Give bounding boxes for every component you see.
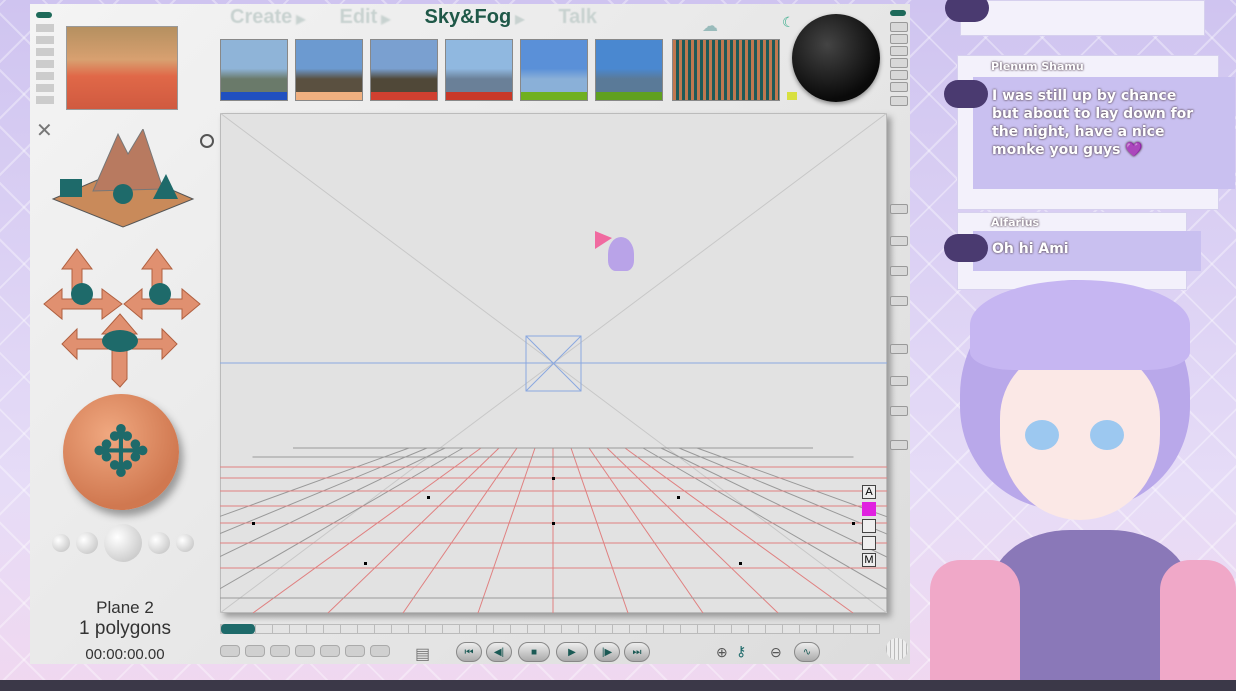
menu-talk[interactable]: Talk	[558, 6, 597, 29]
chat-avatar	[944, 234, 988, 262]
chat-bubble: Oh hi Ami	[973, 231, 1201, 271]
grid-sphere-icon[interactable]	[886, 638, 908, 660]
chat-message: I was still up by chance but about to la…	[992, 88, 1194, 158]
zoom-spheres[interactable]	[52, 524, 194, 562]
toolbar-button[interactable]	[890, 344, 908, 354]
next-frame-button[interactable]: |▶	[594, 642, 620, 662]
sky-presets	[220, 39, 663, 101]
object-name: Plane 2	[96, 598, 154, 617]
target-icon[interactable]	[862, 536, 876, 550]
render-indicator[interactable]	[890, 10, 906, 16]
chat-avatar	[944, 80, 988, 108]
toolbar-button[interactable]	[890, 440, 908, 450]
first-frame-button[interactable]: ⏮	[456, 642, 482, 662]
sun-moon-trackball[interactable]	[792, 14, 880, 102]
sky-preset-thumbnail[interactable]	[595, 39, 663, 101]
toolbar-button[interactable]	[890, 236, 908, 246]
toolbar-button[interactable]	[890, 22, 908, 32]
cloud-preset-thumbnail[interactable]	[672, 39, 780, 101]
trackball-move-icon[interactable]: ✥	[63, 394, 179, 510]
link-icon[interactable]	[862, 519, 876, 533]
memory-dot-button[interactable]	[245, 645, 265, 657]
prev-frame-button[interactable]: ◀|	[486, 642, 512, 662]
time-scrubber[interactable]	[221, 624, 255, 634]
label-toggle[interactable]: A	[862, 485, 876, 499]
memory-dot-button[interactable]	[270, 645, 290, 657]
camera-movement-controls[interactable]	[42, 239, 202, 389]
nano-preview[interactable]	[66, 26, 178, 110]
key-icon[interactable]: ⚷	[736, 643, 746, 660]
bryce-window: Create ▶ Edit ▶ Sky&Fog ▶ Talk ☁ ☾ ✕ ✥ Plan…	[0, 4, 1236, 664]
view-buttons[interactable]	[36, 24, 54, 104]
memory-dot-button[interactable]	[220, 645, 240, 657]
toolbar-button[interactable]	[890, 406, 908, 416]
wireframe-scene	[0, 112, 1236, 614]
sky-preset-thumbnail[interactable]	[520, 39, 588, 101]
palette-menu: Create ▶ Edit ▶ Sky&Fog ▶ Talk	[230, 4, 597, 30]
left-panel: ✕ ✥ Plane 2 1 polygons 00:00:00.00	[30, 4, 220, 664]
polygon-count: 1 polygons	[79, 618, 171, 639]
chat-message: Oh hi Ami	[992, 241, 1069, 257]
viewport-tools: A M	[862, 485, 876, 567]
film-icon[interactable]: ▤	[415, 644, 430, 664]
sky-preset-thumbnail[interactable]	[220, 39, 288, 101]
sky-preset-thumbnail[interactable]	[370, 39, 438, 101]
remove-key-icon[interactable]: ⊖	[770, 644, 782, 661]
toolbar-button[interactable]	[890, 58, 908, 68]
time-readout: 00:00:00.00	[85, 646, 165, 663]
animation-timeline[interactable]	[220, 624, 880, 634]
menu-sky-fog[interactable]: Sky&Fog ▶	[425, 6, 525, 29]
vtuber-avatar	[930, 270, 1236, 680]
toolbar-button[interactable]	[890, 204, 908, 214]
chat-bubble: I was still up by chance but about to la…	[973, 77, 1235, 189]
memory-dot-button[interactable]	[295, 645, 315, 657]
chat-username: Plenum Shamu	[991, 60, 1084, 73]
menu-create[interactable]: Create ▶	[230, 6, 306, 29]
add-key-icon[interactable]: ⊕	[716, 644, 728, 661]
preview-options-icon[interactable]	[200, 134, 214, 148]
cloud-icon[interactable]: ☁	[702, 16, 718, 36]
color-toggle[interactable]	[862, 502, 876, 516]
keyframe-curve-button[interactable]: ∿	[794, 642, 820, 662]
chibi-avatar	[608, 237, 634, 271]
memory-dot-button[interactable]	[320, 645, 340, 657]
3d-viewport[interactable]: A M	[0, 112, 1236, 614]
toolbar-button[interactable]	[890, 96, 908, 106]
right-toolbar	[887, 4, 910, 664]
toolbar-button[interactable]	[890, 376, 908, 386]
toggle-indicator[interactable]	[36, 12, 52, 18]
chat-card-previous	[960, 0, 1205, 36]
toolbar-button[interactable]	[890, 70, 908, 80]
stop-button[interactable]: ■	[518, 642, 550, 662]
chat-username: Alfarius	[991, 216, 1040, 229]
sky-preset-thumbnail[interactable]	[445, 39, 513, 101]
memory-dot-button[interactable]	[345, 645, 365, 657]
left-toolbar: ✕	[36, 12, 54, 143]
chat-avatar	[945, 0, 989, 22]
play-button[interactable]: ▶	[556, 642, 588, 662]
toolbar-button[interactable]	[890, 34, 908, 44]
toolbar-button[interactable]	[890, 296, 908, 306]
toolbar-button[interactable]	[890, 46, 908, 56]
menu-edit[interactable]: Edit ▶	[340, 6, 391, 29]
sky-preset-thumbnail[interactable]	[295, 39, 363, 101]
chat-card: Plenum Shamu I was still up by chance bu…	[957, 55, 1235, 210]
memory-dot-button[interactable]	[370, 645, 390, 657]
ground-plane-grid	[0, 447, 1236, 614]
moon-icon[interactable]: ☾	[782, 14, 795, 31]
stream-bottom-bar	[0, 680, 1236, 691]
scene-camera-widget[interactable]	[48, 129, 198, 229]
toolbar-button[interactable]	[890, 266, 908, 276]
last-frame-button[interactable]: ⏭	[624, 642, 650, 662]
toolbar-button[interactable]	[890, 82, 908, 92]
sun-color-swatch[interactable]	[787, 92, 797, 100]
material-toggle[interactable]: M	[862, 553, 876, 567]
